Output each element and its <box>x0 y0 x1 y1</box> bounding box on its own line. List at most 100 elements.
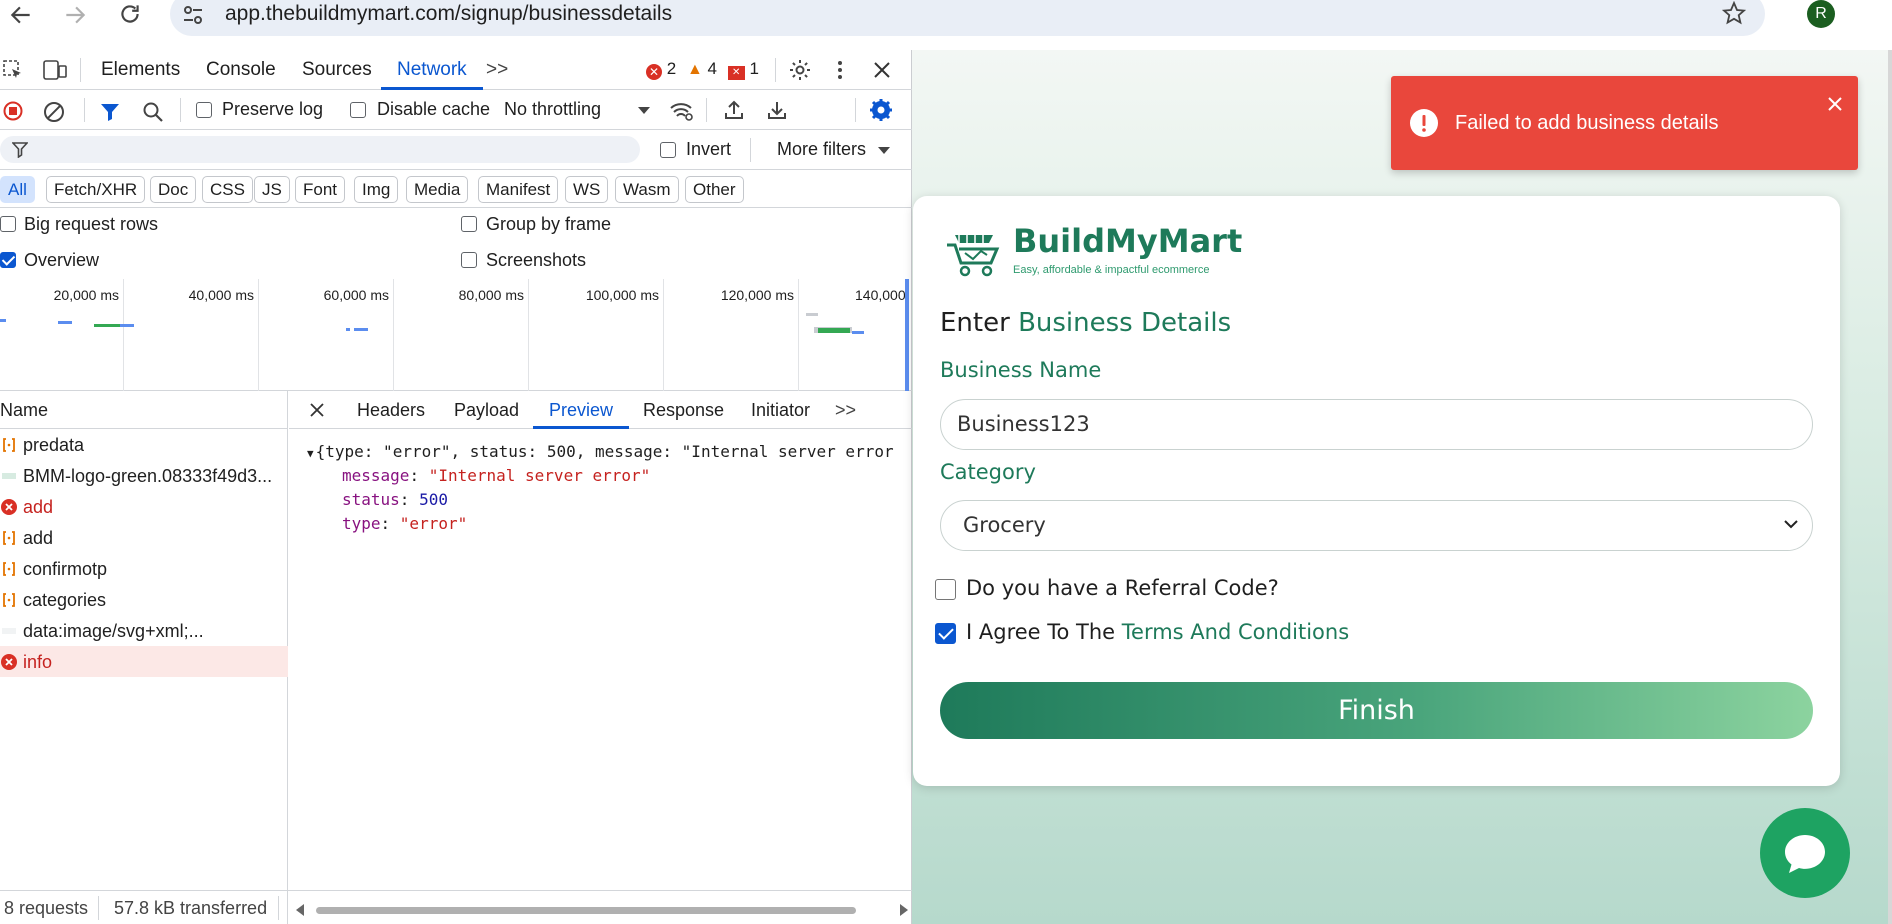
disable-cache-checkbox[interactable] <box>350 102 366 118</box>
tab-preview[interactable]: Preview <box>549 400 613 421</box>
horizontal-scrollbar[interactable] <box>296 904 912 916</box>
browser-toolbar: app.thebuildmymart.com/signup/businessde… <box>0 0 1892 50</box>
type-filter-other[interactable]: Other <box>685 176 744 203</box>
request-row[interactable]: data:image/svg+xml;... <box>0 615 288 646</box>
network-status-bar: 8 requests 57.8 kB transferred <box>0 890 912 924</box>
type-filter-font[interactable]: Font <box>295 176 346 203</box>
back-icon[interactable] <box>8 2 34 28</box>
export-har-icon[interactable] <box>766 99 788 121</box>
filter-icon <box>12 142 28 158</box>
type-filter-media[interactable]: Media <box>406 176 469 203</box>
type-filter-js[interactable]: JS <box>254 176 290 203</box>
filter-bar: Invert More filters <box>0 130 912 170</box>
throttling-select[interactable]: No throttling <box>504 99 601 120</box>
terms-checkbox[interactable] <box>935 623 956 644</box>
type-filter-doc[interactable]: Doc <box>150 176 197 203</box>
filter-input[interactable] <box>0 136 640 163</box>
tab-response[interactable]: Response <box>643 400 724 421</box>
group-by-frame-checkbox[interactable] <box>461 216 477 232</box>
request-row[interactable]: predata <box>0 429 288 460</box>
terms-link[interactable]: Terms And Conditions <box>1122 620 1349 644</box>
expand-triangle-icon[interactable]: ▼ <box>307 447 314 460</box>
issues-counter[interactable]: ✕ 2 ▲ 4 ✕ 1 <box>646 59 759 80</box>
dropdown-arrow-icon[interactable] <box>638 107 650 115</box>
request-name: add <box>23 497 54 517</box>
name-column-header[interactable]: Name <box>0 391 288 429</box>
timeline-tick: 100,000 ms <box>585 287 659 303</box>
close-detail-icon[interactable] <box>309 402 325 418</box>
bookmark-star-icon[interactable] <box>1722 1 1746 25</box>
business-name-input[interactable]: Business123 <box>940 399 1813 450</box>
category-select[interactable]: Grocery <box>940 500 1813 551</box>
type-filter-css[interactable]: CSS <box>202 176 253 203</box>
timeline-tick: 120,000 ms <box>720 287 794 303</box>
invert-checkbox[interactable] <box>660 142 676 158</box>
forward-icon[interactable] <box>62 2 88 28</box>
referral-code-label: Do you have a Referral Code? <box>966 576 1279 600</box>
tab-initiator[interactable]: Initiator <box>751 400 810 421</box>
import-har-icon[interactable] <box>723 99 745 121</box>
tab-payload[interactable]: Payload <box>454 400 519 421</box>
timeline-selection-handle[interactable] <box>905 279 909 391</box>
fetch-icon <box>1 530 17 546</box>
url-text[interactable]: app.thebuildmymart.com/signup/businessde… <box>225 2 672 26</box>
request-row[interactable]: info <box>0 646 288 677</box>
type-filter-manifest[interactable]: Manifest <box>478 176 559 203</box>
reload-icon[interactable] <box>117 1 143 27</box>
network-overview-timeline[interactable]: 20,000 ms 40,000 ms 60,000 ms 80,000 ms … <box>0 279 912 391</box>
filter-funnel-icon[interactable] <box>100 102 120 122</box>
preserve-log-checkbox[interactable] <box>196 102 212 118</box>
chat-widget-button[interactable] <box>1760 808 1850 898</box>
tab-sources[interactable]: Sources <box>302 59 372 81</box>
type-filter-img[interactable]: Img <box>354 176 399 203</box>
type-filter-ws[interactable]: WS <box>565 176 609 203</box>
close-devtools-icon[interactable] <box>872 60 892 80</box>
kebab-menu-icon[interactable] <box>836 59 844 81</box>
device-toolbar-icon[interactable] <box>42 59 68 81</box>
screenshots-checkbox[interactable] <box>461 252 477 268</box>
record-stop-icon[interactable] <box>3 101 23 121</box>
request-name: BMM-logo-green.08333f49d3... <box>23 466 273 486</box>
clear-icon[interactable] <box>43 101 65 123</box>
site-settings-icon[interactable] <box>182 5 204 25</box>
more-tabs-icon[interactable]: >> <box>486 59 508 81</box>
devtools-panel: Elements Console Sources Network >> ✕ 2 … <box>0 50 912 924</box>
network-conditions-icon[interactable] <box>669 100 695 122</box>
more-detail-tabs-icon[interactable]: >> <box>835 400 856 421</box>
error-icon <box>1 499 17 515</box>
invert-label: Invert <box>686 139 732 159</box>
type-filter-fetch-xhr[interactable]: Fetch/XHR <box>46 176 146 203</box>
more-filters-button[interactable]: More filters <box>777 139 866 160</box>
tab-console[interactable]: Console <box>206 59 276 81</box>
profile-avatar[interactable]: R <box>1807 0 1835 28</box>
big-request-rows-checkbox[interactable] <box>0 216 16 232</box>
preview-summary[interactable]: ▼ {type: "error", status: 500, message: "… <box>307 442 912 461</box>
request-row[interactable]: categories <box>0 584 288 615</box>
business-details-card: BuildMyMart Easy, affordable & impactful… <box>913 196 1840 786</box>
error-icon <box>1 654 17 670</box>
search-icon[interactable] <box>142 101 164 123</box>
category-label: Category <box>940 460 1036 484</box>
page-scrollbar[interactable] <box>1888 50 1892 924</box>
close-toast-icon[interactable] <box>1827 96 1843 112</box>
inspect-element-icon[interactable] <box>2 59 24 81</box>
type-filter-wasm[interactable]: Wasm <box>615 176 679 203</box>
network-settings-gear-icon[interactable] <box>869 98 893 122</box>
request-row[interactable]: confirmotp <box>0 553 288 584</box>
tab-elements[interactable]: Elements <box>101 59 180 81</box>
referral-code-checkbox[interactable] <box>935 579 956 600</box>
preview-status-line: status: 500 <box>342 490 448 509</box>
tab-network[interactable]: Network <box>397 59 467 81</box>
request-row[interactable]: BMM-logo-green.08333f49d3... <box>0 460 288 491</box>
type-filter-all[interactable]: All <box>0 176 35 203</box>
more-filters-arrow-icon[interactable] <box>878 147 890 155</box>
request-name: data:image/svg+xml;... <box>23 621 204 641</box>
overview-checkbox[interactable] <box>0 252 16 268</box>
finish-button[interactable]: Finish <box>940 682 1813 739</box>
request-name: confirmotp <box>23 559 108 579</box>
settings-gear-icon[interactable] <box>788 58 812 82</box>
tab-headers[interactable]: Headers <box>357 400 425 421</box>
request-row[interactable]: add <box>0 491 288 522</box>
brand-logo-text: BuildMyMart <box>1013 222 1243 260</box>
request-row[interactable]: add <box>0 522 288 553</box>
